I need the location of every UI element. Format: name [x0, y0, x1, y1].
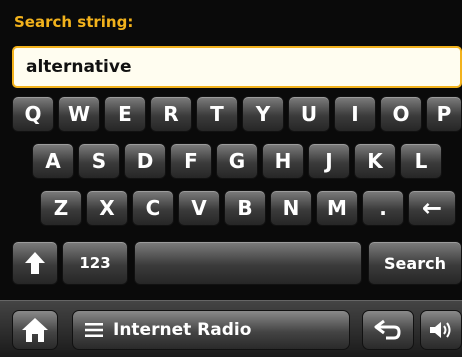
- shift-key[interactable]: [12, 241, 58, 285]
- shift-arrow-icon: [25, 252, 45, 274]
- key-q[interactable]: Q: [12, 96, 54, 132]
- source-menu-label: Internet Radio: [113, 320, 252, 340]
- search-input[interactable]: alternative: [12, 46, 462, 88]
- volume-button[interactable]: [420, 310, 462, 350]
- house-icon: [22, 318, 48, 342]
- space-key[interactable]: [134, 241, 362, 285]
- key-x[interactable]: X: [86, 190, 128, 226]
- key-y[interactable]: Y: [242, 96, 284, 132]
- key-b[interactable]: B: [224, 190, 266, 226]
- key-h[interactable]: H: [262, 143, 304, 179]
- backspace-arrow-icon: ←: [421, 194, 443, 222]
- speaker-icon: [430, 322, 451, 338]
- key-d[interactable]: D: [124, 143, 166, 179]
- key-r[interactable]: R: [150, 96, 192, 132]
- backspace-key[interactable]: ←: [408, 190, 456, 226]
- key-l[interactable]: L: [400, 143, 442, 179]
- key-k[interactable]: K: [354, 143, 396, 179]
- source-menu-button[interactable]: Internet Radio: [72, 310, 350, 350]
- search-string-label: Search string:: [14, 13, 134, 31]
- key-f[interactable]: F: [170, 143, 212, 179]
- search-input-value: alternative: [26, 57, 132, 77]
- key-c[interactable]: C: [132, 190, 174, 226]
- key-o[interactable]: O: [380, 96, 422, 132]
- menu-icon: [85, 323, 103, 337]
- key-w[interactable]: W: [58, 96, 100, 132]
- key-n[interactable]: N: [270, 190, 312, 226]
- back-button[interactable]: [362, 310, 414, 350]
- key-z[interactable]: Z: [40, 190, 82, 226]
- search-key[interactable]: Search: [368, 241, 462, 285]
- key-v[interactable]: V: [178, 190, 220, 226]
- key-u[interactable]: U: [288, 96, 330, 132]
- key-a[interactable]: A: [32, 143, 74, 179]
- back-arrow-icon: [374, 319, 401, 340]
- key-period[interactable]: .: [362, 190, 404, 226]
- key-i[interactable]: I: [334, 96, 376, 132]
- key-m[interactable]: M: [316, 190, 358, 226]
- key-e[interactable]: E: [104, 96, 146, 132]
- numbers-key[interactable]: 123: [62, 241, 128, 285]
- key-g[interactable]: G: [216, 143, 258, 179]
- key-j[interactable]: J: [308, 143, 350, 179]
- key-s[interactable]: S: [78, 143, 120, 179]
- key-p[interactable]: P: [426, 96, 462, 132]
- key-t[interactable]: T: [196, 96, 238, 132]
- home-button[interactable]: [12, 310, 58, 350]
